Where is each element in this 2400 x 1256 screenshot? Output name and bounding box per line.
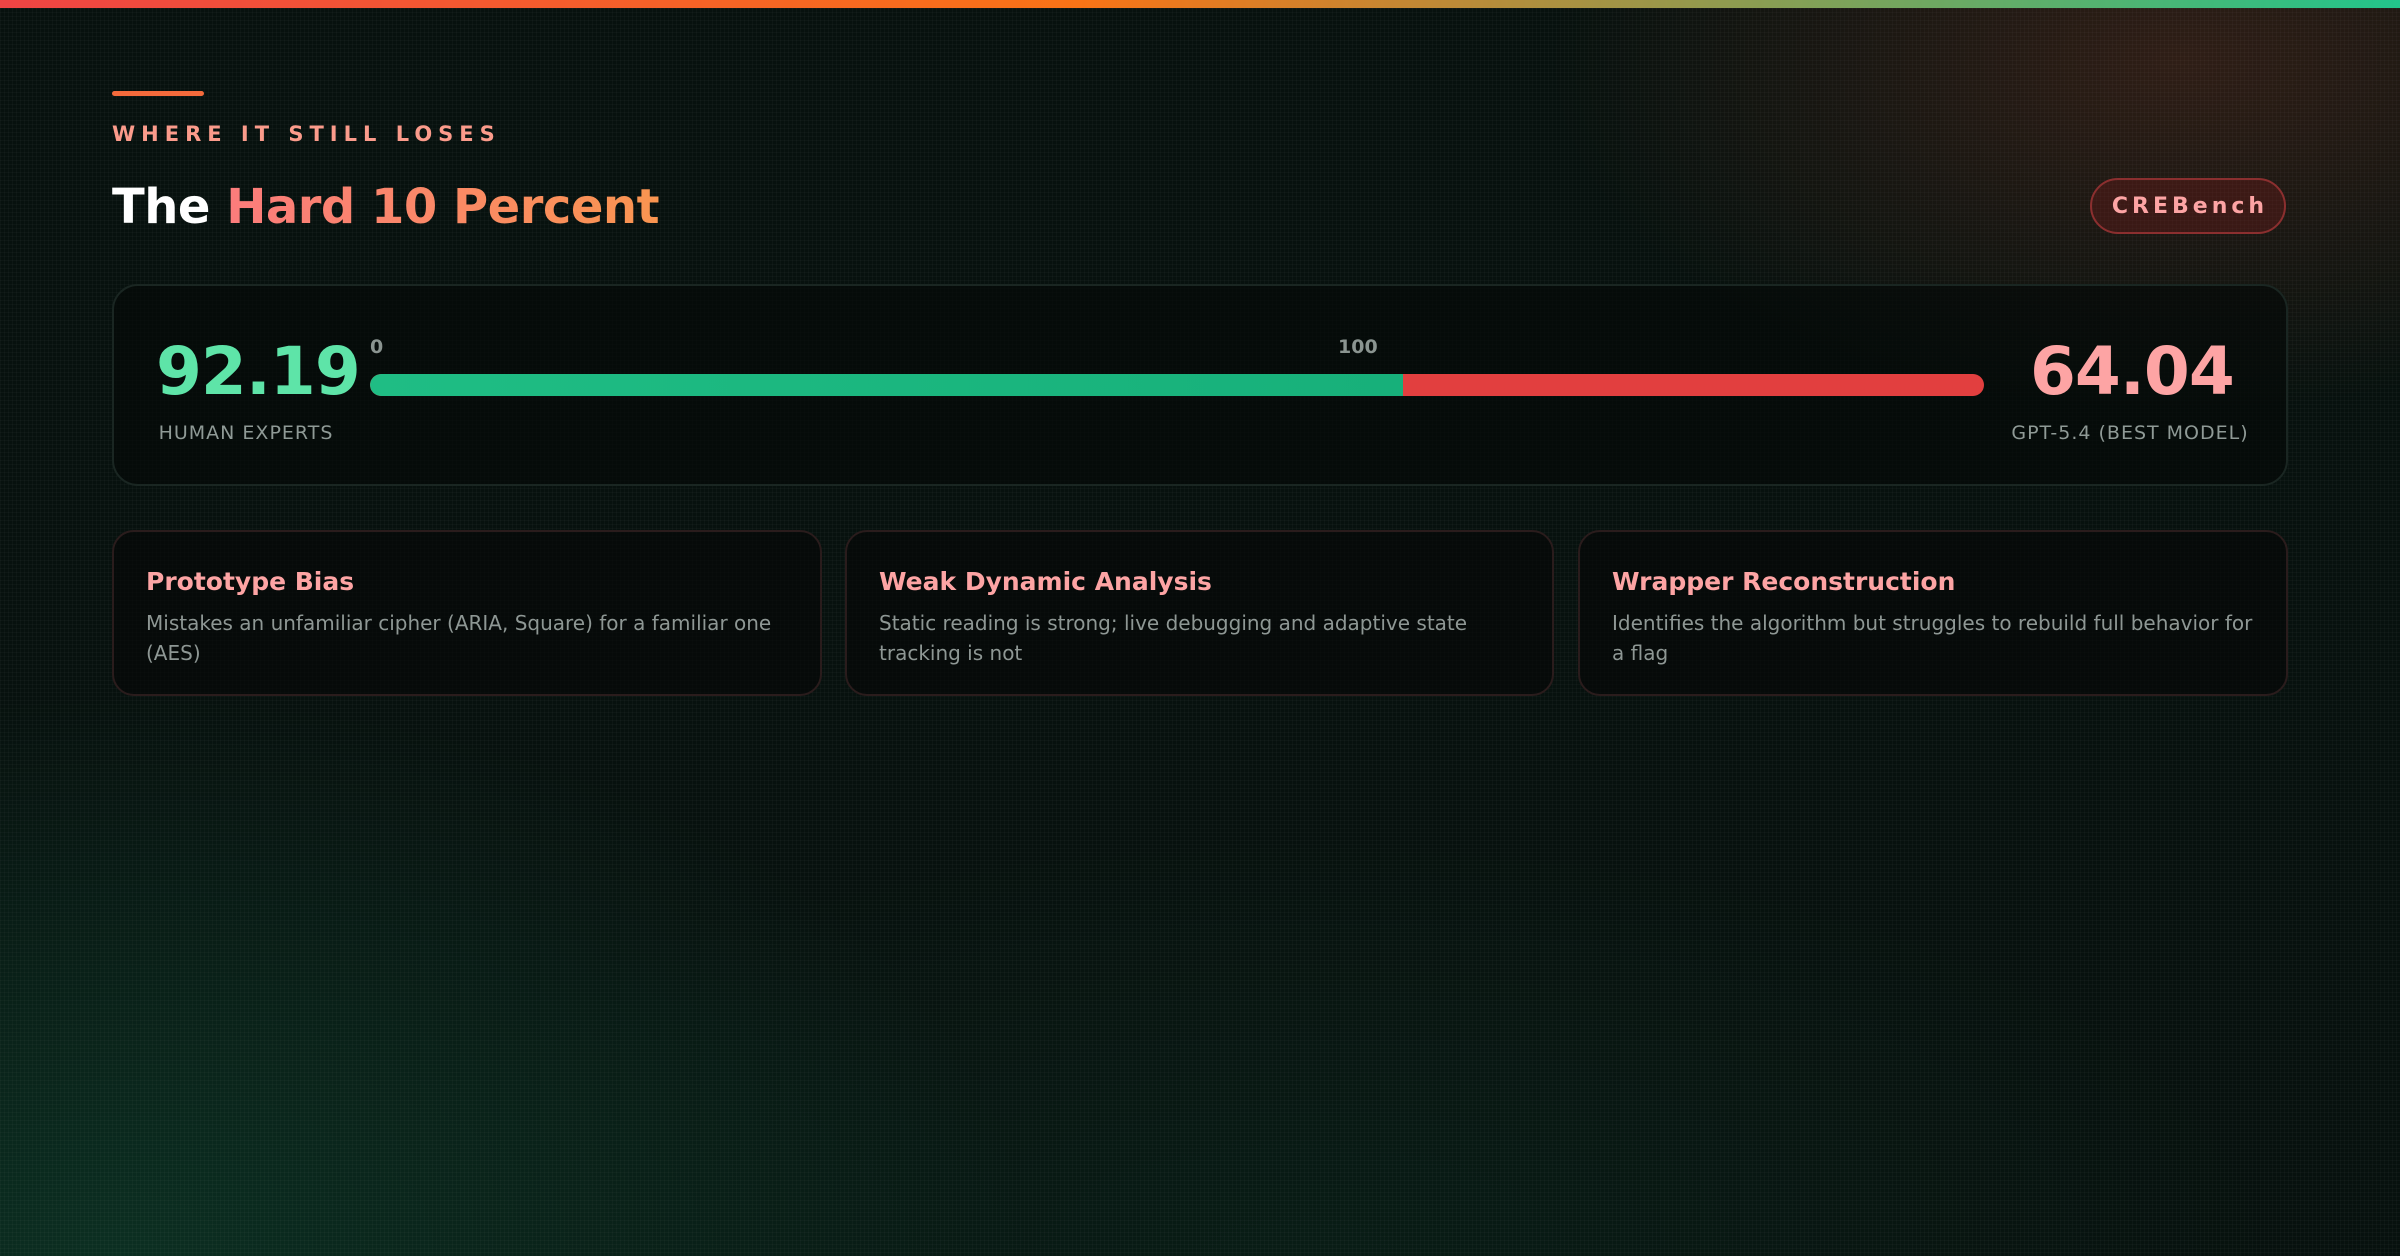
card-title: Wrapper Reconstruction xyxy=(1612,567,1956,596)
human-score-value: 92.19 xyxy=(156,333,361,410)
comparison-bar-track xyxy=(370,374,1984,396)
crebench-badge: CREBench xyxy=(2090,178,2286,234)
comparison-bar-fill xyxy=(370,374,1403,396)
card-wrapper-reconstruction: Wrapper Reconstruction Identifies the al… xyxy=(1578,530,2288,696)
page-title: The Hard 10 Percent xyxy=(112,172,660,242)
card-prototype-bias: Prototype Bias Mistakes an unfamiliar ci… xyxy=(112,530,822,696)
card-description: Mistakes an unfamiliar cipher (ARIA, Squ… xyxy=(146,611,772,665)
bar-tick-start: 0 xyxy=(370,336,384,358)
card-description: Static reading is strong; live debugging… xyxy=(879,611,1468,665)
model-score-value: 64.04 xyxy=(2030,333,2235,410)
human-score-label: HUMAN EXPERTS xyxy=(158,422,334,444)
eyebrow-accent-line xyxy=(112,91,204,96)
page-title-plain: The xyxy=(112,179,210,235)
page-title-accent: Hard 10 Percent xyxy=(226,179,660,235)
bar-tick-end: 100 xyxy=(1338,336,1378,358)
card-title: Prototype Bias xyxy=(146,567,355,596)
card-description: Identifies the algorithm but struggles t… xyxy=(1612,611,2253,665)
section-eyebrow: WHERE IT STILL LOSES xyxy=(112,122,501,146)
top-gradient-bar xyxy=(0,0,2400,8)
card-title: Weak Dynamic Analysis xyxy=(879,567,1212,596)
card-weak-dynamic-analysis: Weak Dynamic Analysis Static reading is … xyxy=(845,530,1554,696)
model-score-label: GPT-5.4 (BEST MODEL) xyxy=(2011,422,2249,444)
